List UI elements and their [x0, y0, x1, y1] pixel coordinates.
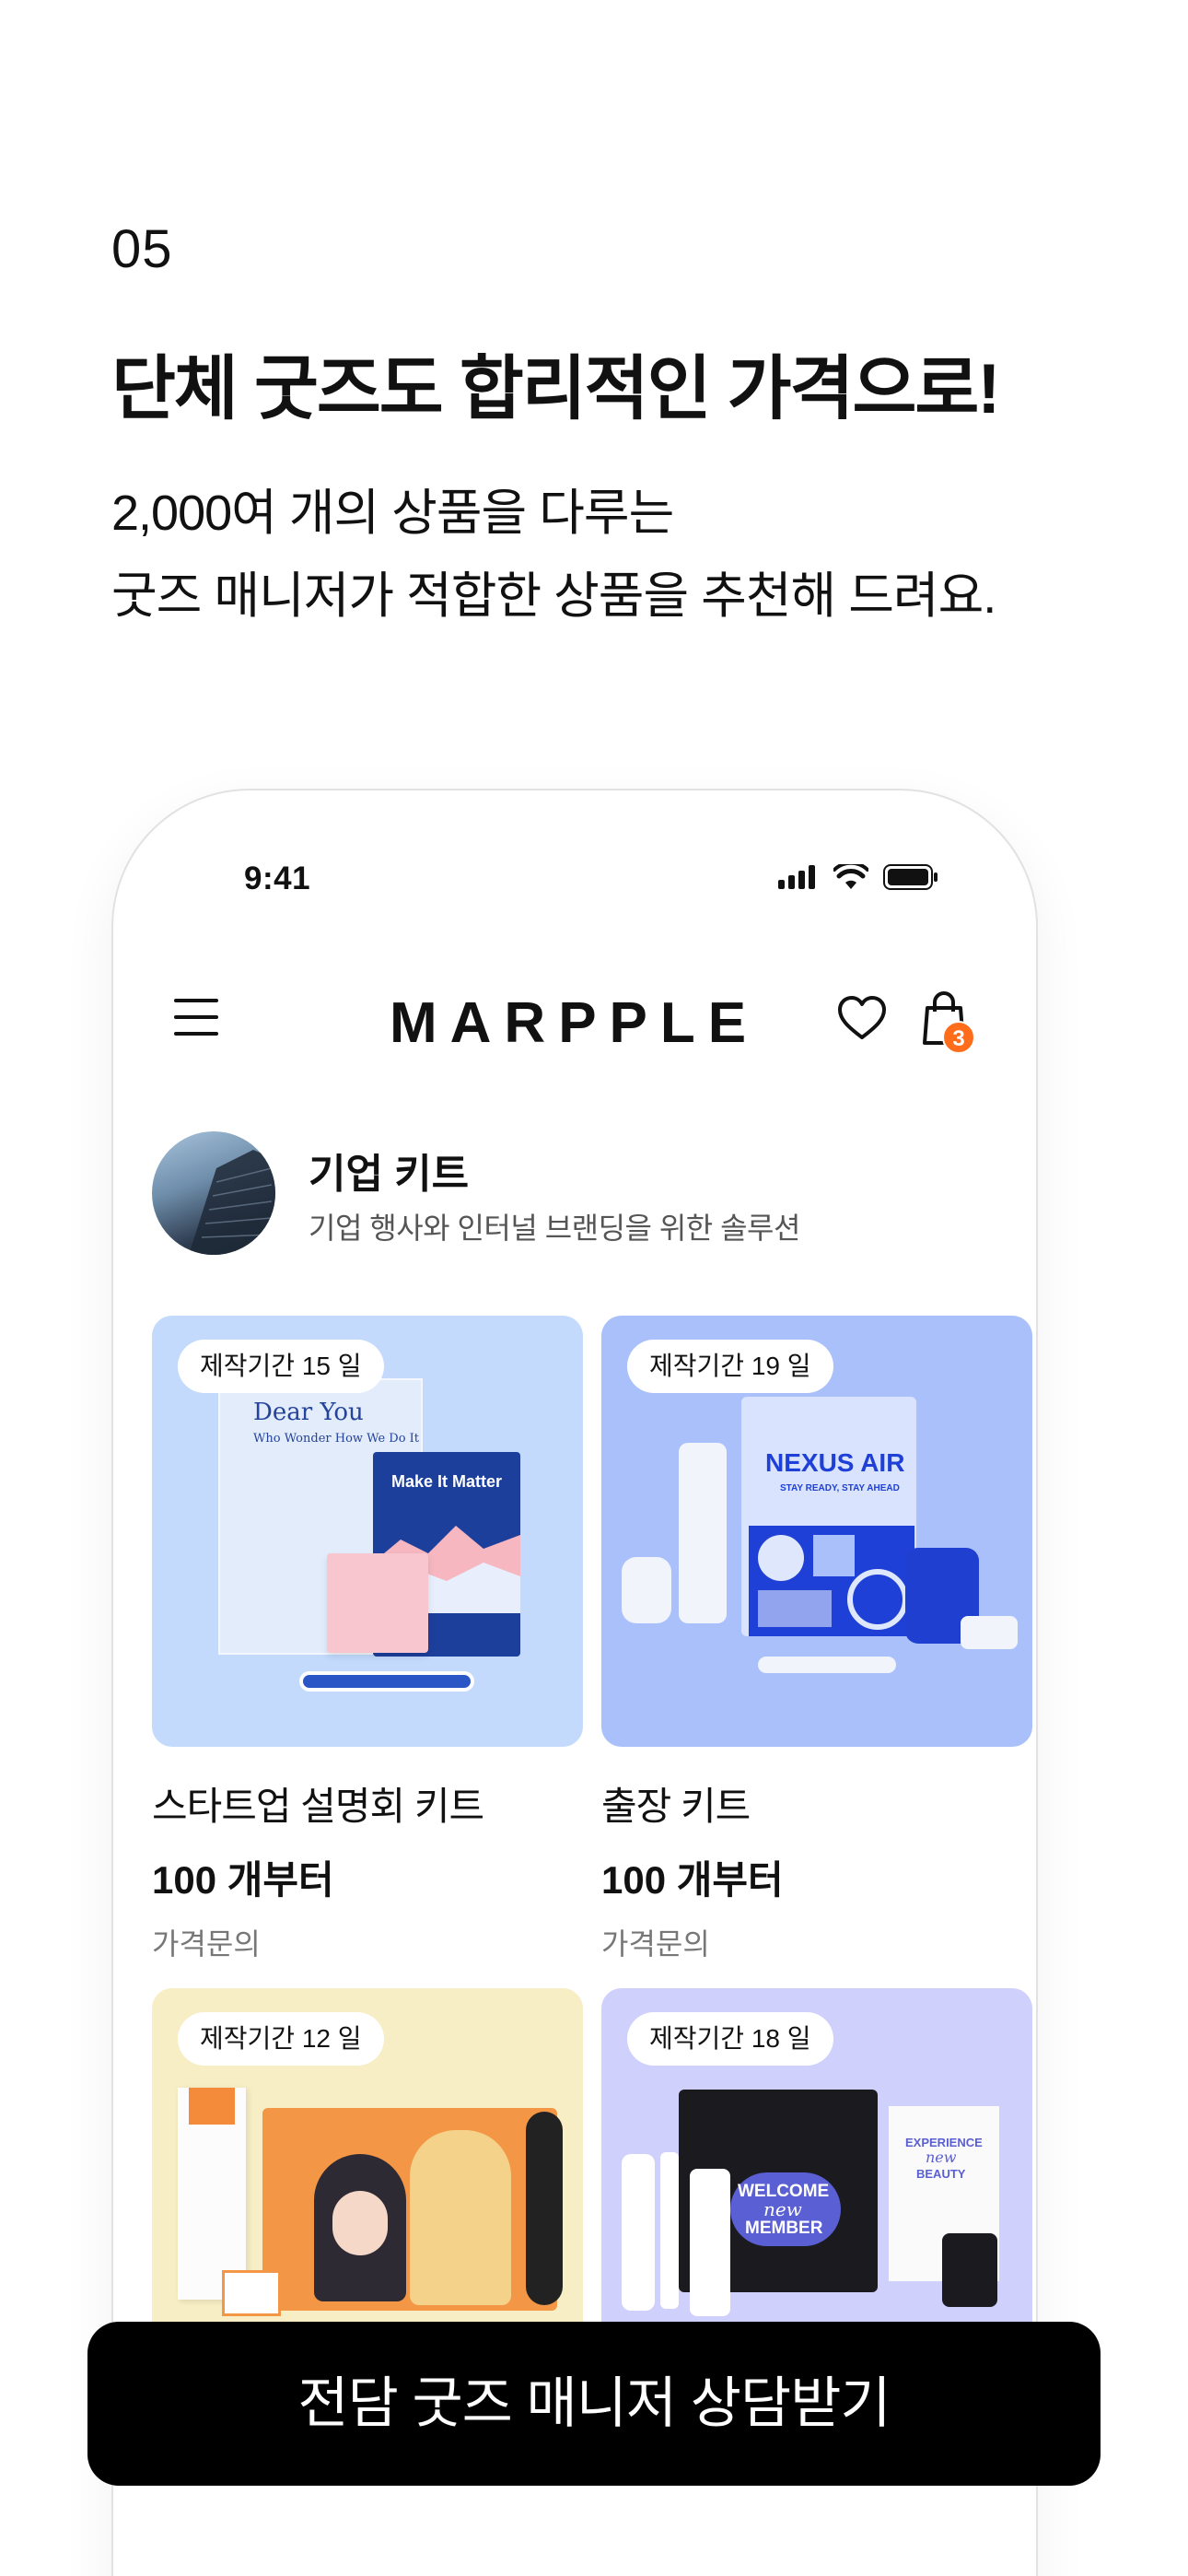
subtitle-line-2: 굿즈 매니저가 적합한 상품을 추천해 드려요.	[111, 568, 996, 624]
signal-icon	[778, 865, 815, 889]
heart-icon[interactable]	[836, 993, 888, 1045]
art-member: MEMBER	[745, 2219, 823, 2238]
art-exp-new: new	[926, 2149, 957, 2166]
product-price: 가격문의	[152, 1927, 261, 1961]
production-period-tag: 제작기간 19 일	[627, 1340, 833, 1393]
production-period-tag: 제작기간 18 일	[627, 2012, 833, 2066]
phone-mockup: 9:41 MARPPLE 3 기업 키트 기업 행사와 인터널 브랜딩을 위한 …	[111, 789, 1038, 2576]
art-title: NEXUS AIR	[765, 1448, 905, 1477]
section-title: 단체 굿즈도 합리적인 가격으로!	[111, 350, 1001, 428]
category-title: 기업 키트	[309, 1152, 470, 1197]
marpple-logo[interactable]: MARPPLE	[390, 991, 758, 1056]
category-description: 기업 행사와 인터널 브랜딩을 위한 솔루션	[309, 1212, 800, 1245]
status-icons	[778, 864, 938, 890]
art-book-subtitle: Who Wonder How We Do It	[253, 1432, 420, 1446]
subtitle-line-1: 2,000여 개의 상품을 다루는	[111, 486, 674, 541]
art-new: new	[763, 2198, 802, 2220]
category-header[interactable]: 기업 키트 기업 행사와 인터널 브랜딩을 위한 솔루션	[134, 1131, 1008, 1260]
art-book-title: Dear You	[253, 1399, 364, 1426]
product-min-quantity: 100 개부터	[601, 1858, 784, 1902]
art-experience: EXPERIENCE	[905, 2136, 983, 2149]
menu-icon[interactable]	[174, 999, 218, 1043]
app-header: MARPPLE 3	[113, 975, 1036, 1067]
section-number: 05	[111, 219, 173, 279]
art-beauty: BEAUTY	[916, 2167, 966, 2181]
wifi-icon	[833, 864, 868, 889]
status-time: 9:41	[244, 861, 311, 896]
production-period-tag: 제작기간 12 일	[178, 2012, 384, 2066]
product-price: 가격문의	[601, 1927, 710, 1961]
product-card[interactable]: Dear You Who Wonder How We Do It Make It…	[152, 1316, 583, 1962]
product-card[interactable]: NEXUS AIR STAY READY, STAY AHEAD 제작기간 19…	[601, 1316, 1032, 1962]
consult-manager-button[interactable]: 전담 굿즈 매니저 상담받기	[87, 2322, 1101, 2486]
product-min-quantity: 100 개부터	[152, 1858, 334, 1902]
production-period-tag: 제작기간 15 일	[178, 1340, 384, 1393]
art-subtitle: STAY READY, STAY AHEAD	[780, 1483, 900, 1493]
product-name[interactable]: 출장 키트	[601, 1784, 1032, 1830]
intro-section: 05 단체 굿즈도 합리적인 가격으로! 2,000여 개의 상품을 다루는 굿…	[111, 217, 1124, 638]
product-name[interactable]: 스타트업 설명회 키트	[152, 1784, 583, 1830]
cart-count-badge: 3	[942, 1021, 975, 1054]
category-avatar	[152, 1131, 275, 1255]
section-subtitle: 2,000여 개의 상품을 다루는 굿즈 매니저가 적합한 상품을 추천해 드려…	[111, 472, 1124, 638]
battery-icon	[883, 864, 938, 890]
status-bar: 9:41	[113, 855, 1036, 910]
